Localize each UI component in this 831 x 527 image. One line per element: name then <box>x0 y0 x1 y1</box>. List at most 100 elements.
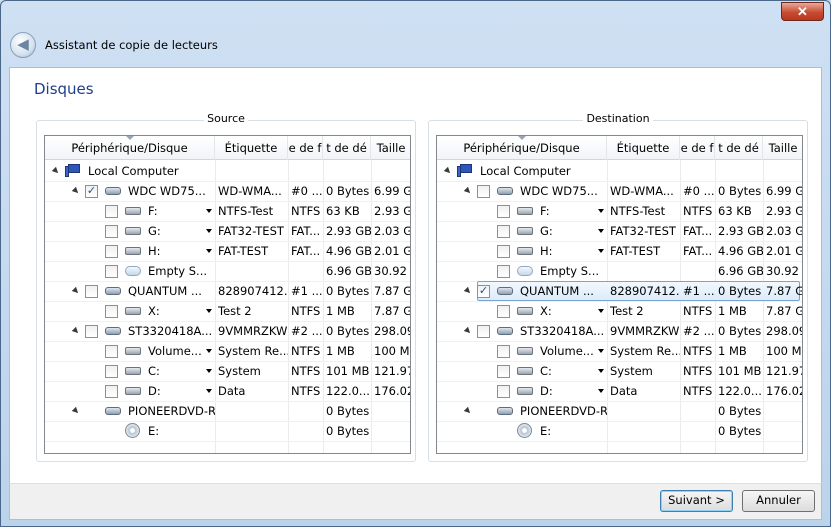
partition-icon <box>517 247 533 255</box>
tree-row[interactable]: QUANTUM ... 828907412... #1 ... 0 Bytes 7.87… <box>45 281 410 301</box>
checkbox[interactable] <box>497 365 510 378</box>
column-header[interactable]: Taille <box>371 136 410 160</box>
tree-row[interactable]: C: System NTFS 101 MB 121.97... <box>437 361 802 381</box>
tree-row[interactable]: C: System NTFS 101 MB 121.97... <box>45 361 410 381</box>
cell-label: Data <box>610 384 638 398</box>
tree-row[interactable]: ST3320418A... 9VMMRZKW#2 ...0 Bytes 298.09… <box>437 321 802 341</box>
checkbox[interactable] <box>497 245 510 258</box>
tree-row[interactable]: PIONEERDVD-R... 0 Bytes <box>437 401 802 421</box>
dropdown-arrow-icon[interactable] <box>598 209 604 213</box>
dropdown-arrow-icon[interactable] <box>598 349 604 353</box>
tree-row[interactable]: G: FAT32-TEST FAT... 2.93 GB2.03 GB <box>45 221 410 241</box>
tree-row[interactable]: Volume... System Re...NTFS 1 MB 100 MB <box>437 341 802 361</box>
tree-row[interactable]: D: Data NTFS 122.0... 176.02... <box>437 381 802 401</box>
expand-arrow-icon[interactable] <box>443 166 453 176</box>
cancel-button[interactable]: Annuler <box>742 490 815 512</box>
checkbox[interactable] <box>85 285 98 298</box>
expand-arrow-icon[interactable] <box>463 286 473 296</box>
tree-row[interactable]: H: FAT-TEST FAT... 4.96 GB2.01 GB <box>45 241 410 261</box>
checkbox[interactable] <box>105 265 118 278</box>
column-header[interactable]: Étiquette <box>607 136 680 160</box>
expand-arrow-icon[interactable] <box>463 186 473 196</box>
expand-arrow-icon[interactable] <box>71 286 81 296</box>
tree-row[interactable]: X: Test 2 NTFS 1 MB 7.87 GB <box>437 301 802 321</box>
tree-row[interactable]: X: Test 2 NTFS 1 MB 7.87 GB <box>45 301 410 321</box>
checkbox[interactable] <box>477 185 490 198</box>
column-header[interactable]: t de dé <box>715 136 763 160</box>
dropdown-arrow-icon[interactable] <box>206 369 212 373</box>
dropdown-arrow-icon[interactable] <box>598 369 604 373</box>
dropdown-arrow-icon[interactable] <box>598 229 604 233</box>
column-header[interactable]: e de f <box>288 136 323 160</box>
dropdown-arrow-icon[interactable] <box>206 209 212 213</box>
checkbox[interactable] <box>497 345 510 358</box>
expand-arrow-icon[interactable] <box>71 326 81 336</box>
checkbox[interactable] <box>85 325 98 338</box>
device-name: E: <box>148 424 160 438</box>
dropdown-arrow-icon[interactable] <box>206 229 212 233</box>
checkbox[interactable] <box>497 205 510 218</box>
device-name: WDC WD75... <box>520 184 598 198</box>
tree-row[interactable]: H: FAT-TEST FAT... 4.96 GB2.01 GB <box>437 241 802 261</box>
checkbox[interactable]: ✓ <box>477 285 490 298</box>
tree-row[interactable]: ST3320418A... 9VMMRZKW#2 ...0 Bytes 298.09… <box>45 321 410 341</box>
column-header[interactable]: e de f <box>680 136 715 160</box>
column-header[interactable]: t de dé <box>323 136 371 160</box>
checkbox[interactable] <box>497 305 510 318</box>
expand-arrow-icon[interactable] <box>463 406 473 416</box>
checkbox[interactable] <box>105 205 118 218</box>
tree-row[interactable]: Volume... System Re...NTFS 1 MB 100 MB <box>45 341 410 361</box>
cell-label: WD-WMA... <box>218 184 282 198</box>
cell-size: 30.92 ... <box>374 264 410 278</box>
expand-arrow-icon[interactable] <box>463 326 473 336</box>
checkbox[interactable] <box>105 225 118 238</box>
next-button[interactable]: Suivant > <box>660 490 733 512</box>
partition-icon <box>517 307 533 315</box>
tree-row[interactable]: ✓ WDC WD75... WD-WMA... #0 ...0 Bytes 6.99 G… <box>45 181 410 201</box>
cell-start: 122.0... <box>718 384 762 398</box>
checkbox[interactable] <box>105 345 118 358</box>
checkbox[interactable] <box>105 245 118 258</box>
tree-row[interactable]: D: Data NTFS 122.0... 176.02... <box>45 381 410 401</box>
tree-row[interactable]: Local Computer <box>45 161 410 181</box>
checkbox[interactable] <box>105 305 118 318</box>
source-disk-grid[interactable]: Périphérique/Disque Étiquette e de ft de d… <box>44 135 411 454</box>
tree-row[interactable]: ✓ QUANTUM ... 828907412... #1 ... 0 Bytes 7.8… <box>437 281 802 301</box>
tree-row[interactable]: F: NTFS-Test NTFS 63 KB 2.93 GB <box>45 201 410 221</box>
checkbox[interactable] <box>105 385 118 398</box>
dropdown-arrow-icon[interactable] <box>598 309 604 313</box>
close-button[interactable]: ✕ <box>781 2 824 21</box>
back-button[interactable]: ◀ <box>10 32 36 58</box>
expand-arrow-icon[interactable] <box>51 166 61 176</box>
column-header[interactable]: Étiquette <box>215 136 288 160</box>
checkbox[interactable] <box>497 265 510 278</box>
checkbox[interactable] <box>105 365 118 378</box>
checkbox[interactable] <box>497 385 510 398</box>
dropdown-arrow-icon[interactable] <box>206 349 212 353</box>
cell-size: 298.09... <box>766 324 802 338</box>
dropdown-arrow-icon[interactable] <box>598 389 604 393</box>
tree-row[interactable]: F: NTFS-Test NTFS 63 KB 2.93 GB <box>437 201 802 221</box>
tree-row[interactable]: Empty S... 6.96 GB30.92 ... <box>437 261 802 281</box>
checkbox[interactable]: ✓ <box>85 185 98 198</box>
tree-row[interactable]: Local Computer <box>437 161 802 181</box>
dropdown-arrow-icon[interactable] <box>598 249 604 253</box>
dropdown-arrow-icon[interactable] <box>206 389 212 393</box>
expand-arrow-icon[interactable] <box>71 186 81 196</box>
tree-row[interactable]: E: 0 Bytes <box>437 421 802 441</box>
tree-row[interactable]: E: 0 Bytes <box>45 421 410 441</box>
checkbox[interactable] <box>477 325 490 338</box>
tree-row[interactable]: Empty S... 6.96 GB30.92 ... <box>45 261 410 281</box>
expand-arrow-icon[interactable] <box>71 406 81 416</box>
tree-row[interactable]: PIONEERDVD-R... 0 Bytes <box>45 401 410 421</box>
tree-row[interactable]: WDC WD75... WD-WMA... #0 ...0 Bytes 6.99 GB <box>437 181 802 201</box>
dropdown-arrow-icon[interactable] <box>206 309 212 313</box>
tree-row[interactable]: G: FAT32-TEST FAT... 2.93 GB2.03 GB <box>437 221 802 241</box>
cell-fs: FAT... <box>291 244 321 258</box>
computer-screen <box>68 164 80 173</box>
checkbox[interactable] <box>497 225 510 238</box>
dropdown-arrow-icon[interactable] <box>206 249 212 253</box>
column-header[interactable]: Taille <box>763 136 802 160</box>
cell-label: System <box>610 364 653 378</box>
destination-disk-grid[interactable]: Périphérique/Disque Étiquette e de ft de d… <box>436 135 803 454</box>
